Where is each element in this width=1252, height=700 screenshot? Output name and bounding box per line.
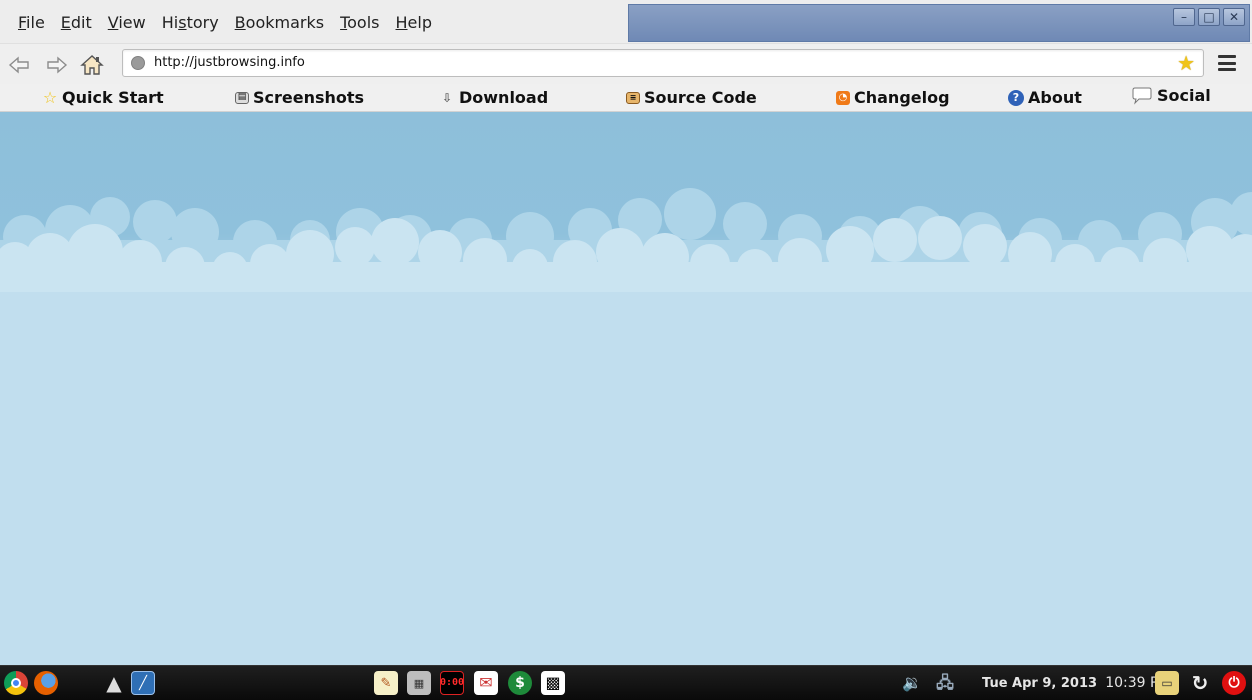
volume-icon[interactable]: 🔉 bbox=[900, 671, 924, 695]
cloud-background bbox=[0, 112, 1252, 665]
source-code-icon: ≡ bbox=[626, 91, 640, 104]
menu-items: File Edit View History Bookmarks Tools H… bbox=[10, 12, 440, 34]
mail-icon[interactable]: ✉ bbox=[474, 671, 498, 695]
menu-file[interactable]: File bbox=[10, 12, 53, 34]
link-bar: ☆ Quick Start ▤ Screenshots ⇩ Download ≡… bbox=[0, 84, 1252, 112]
network-icon[interactable]: 🖧 bbox=[933, 671, 957, 695]
about-icon: ? bbox=[1008, 89, 1024, 106]
star-icon: ☆ bbox=[42, 87, 58, 107]
arch-icon[interactable]: ▲ bbox=[102, 671, 126, 695]
bookmark-star-icon[interactable]: ★ bbox=[1177, 52, 1195, 74]
link-source-code-label: Source Code bbox=[644, 88, 757, 107]
draw-icon[interactable]: ╱ bbox=[131, 671, 155, 695]
home-icon bbox=[80, 55, 104, 75]
screenshots-icon: ▤ bbox=[235, 91, 249, 104]
chrome-icon[interactable] bbox=[4, 671, 28, 695]
menu-tools[interactable]: Tools bbox=[332, 12, 387, 34]
menu-file-accel: F bbox=[18, 13, 27, 32]
menu-help-label: elp bbox=[407, 13, 432, 32]
clock[interactable]: Tue Apr 9, 2013 10:39 PM bbox=[982, 675, 1171, 691]
link-changelog[interactable]: ◔ Changelog bbox=[836, 88, 950, 107]
back-arrow-icon bbox=[8, 56, 29, 74]
menu-bookmarks-accel: B bbox=[234, 13, 246, 32]
menu-view-accel: V bbox=[107, 13, 119, 32]
clock-timer-icon[interactable]: 0:00 bbox=[440, 671, 464, 695]
menu-tools-label: ools bbox=[347, 13, 380, 32]
menu-hamburger-icon[interactable] bbox=[1218, 55, 1236, 71]
page-content bbox=[0, 112, 1252, 665]
forward-button[interactable] bbox=[42, 52, 70, 78]
link-about-label: About bbox=[1028, 88, 1082, 107]
minimize-button[interactable]: – bbox=[1173, 8, 1195, 26]
menu-help-accel: H bbox=[395, 13, 408, 32]
link-source-code[interactable]: ≡ Source Code bbox=[626, 88, 757, 107]
link-quick-start-label: Quick Start bbox=[62, 88, 164, 107]
close-button[interactable]: ✕ bbox=[1223, 8, 1245, 26]
dollar-icon[interactable]: $ bbox=[508, 671, 532, 695]
refresh-icon[interactable]: ↻ bbox=[1188, 671, 1212, 695]
menu-bar: File Edit View History Bookmarks Tools H… bbox=[0, 0, 1252, 44]
menu-edit-label: dit bbox=[70, 13, 92, 32]
url-bar[interactable]: http://justbrowsing.info ★ bbox=[122, 49, 1204, 77]
text-editor-icon[interactable]: ✎ bbox=[374, 671, 398, 695]
download-icon: ⇩ bbox=[441, 90, 453, 105]
rss-icon: ◔ bbox=[836, 90, 850, 105]
link-social-label: Social bbox=[1157, 86, 1211, 105]
back-button[interactable] bbox=[6, 52, 34, 78]
clock-date: Tue Apr 9, 2013 bbox=[982, 676, 1098, 691]
globe-icon bbox=[131, 56, 145, 70]
menu-history-pre: Hi bbox=[161, 13, 179, 32]
menu-history-accel: s bbox=[178, 13, 187, 32]
forward-arrow-icon bbox=[47, 56, 68, 74]
timer-text: 0:00 bbox=[439, 677, 465, 688]
display-icon[interactable]: ▭ bbox=[1155, 671, 1179, 695]
menu-edit[interactable]: Edit bbox=[53, 12, 100, 34]
window-titlebar[interactable]: – □ ✕ bbox=[628, 4, 1250, 42]
link-screenshots-label: Screenshots bbox=[253, 88, 365, 107]
url-text[interactable]: http://justbrowsing.info bbox=[154, 55, 305, 70]
link-social[interactable]: Social bbox=[1131, 86, 1211, 105]
qr-code-icon[interactable]: ▩ bbox=[541, 671, 565, 695]
home-button[interactable] bbox=[78, 52, 106, 78]
power-icon[interactable]: ⏻ bbox=[1222, 671, 1246, 695]
firefox-icon[interactable] bbox=[34, 671, 58, 695]
link-screenshots[interactable]: ▤ Screenshots bbox=[235, 88, 364, 107]
menu-history[interactable]: History bbox=[154, 12, 227, 34]
menu-help[interactable]: Help bbox=[388, 12, 440, 34]
link-quick-start[interactable]: ☆ Quick Start bbox=[42, 88, 164, 107]
taskbar: ▲ ╱ ✎ ▦ 0:00 ✉ $ ▩ 🔉 🖧 Tue Apr 9, 2013 1… bbox=[0, 665, 1252, 700]
menu-bookmarks[interactable]: Bookmarks bbox=[227, 12, 332, 34]
link-download[interactable]: ⇩ Download bbox=[439, 88, 548, 107]
speech-bubble-icon bbox=[1131, 87, 1153, 105]
link-about[interactable]: ? About bbox=[1008, 88, 1082, 107]
link-download-label: Download bbox=[459, 88, 549, 107]
maximize-button[interactable]: □ bbox=[1198, 8, 1220, 26]
calculator-icon[interactable]: ▦ bbox=[407, 671, 431, 695]
menu-edit-accel: E bbox=[60, 13, 71, 32]
link-changelog-label: Changelog bbox=[854, 88, 950, 107]
menu-view-label: iew bbox=[118, 13, 146, 32]
menu-bookmarks-label: ookmarks bbox=[245, 13, 325, 32]
menu-file-label: ile bbox=[26, 13, 45, 32]
menu-history-label: tory bbox=[186, 13, 219, 32]
window-controls: – □ ✕ bbox=[1173, 8, 1245, 26]
menu-view[interactable]: View bbox=[100, 12, 154, 34]
